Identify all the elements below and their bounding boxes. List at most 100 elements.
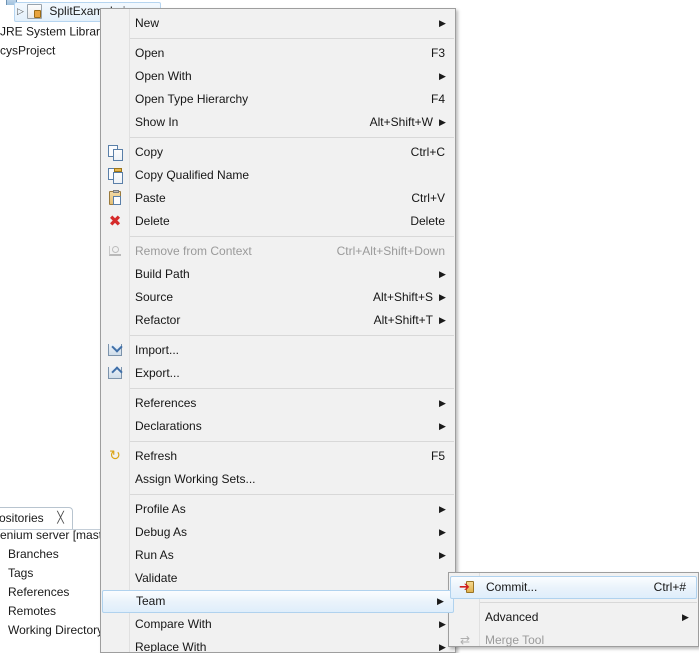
tab-git-repositories[interactable]: ositories ╳	[0, 507, 74, 530]
menu-item-delete[interactable]: ✖ Delete Delete	[101, 210, 455, 233]
git-repositories-view: ositories ╳ enium server [mast Branches …	[0, 505, 104, 648]
eclipse-workbench: ▷ SplitExample.java JRE System Library c…	[0, 0, 699, 653]
paste-icon	[107, 190, 123, 206]
menu-item-replace-with[interactable]: Replace With ▶	[101, 636, 455, 652]
submenu-arrow-icon: ▶	[439, 315, 446, 325]
menu-item-show-in[interactable]: Show In Alt+Shift+W ▶	[101, 111, 455, 134]
menu-item-commit[interactable]: ➔ Commit... Ctrl+#	[450, 576, 697, 599]
submenu-arrow-icon: ▶	[439, 398, 446, 408]
remove-from-context-icon	[107, 243, 123, 259]
menu-item-validate[interactable]: Validate	[101, 567, 455, 590]
menu-item-declarations[interactable]: Declarations ▶	[101, 415, 455, 438]
copy-icon	[107, 144, 123, 161]
tree-item-label: JRE System Library	[0, 24, 107, 39]
menu-item-label: Delete	[135, 214, 170, 228]
menu-item-label: Debug As	[135, 525, 188, 539]
menu-item-team[interactable]: Team ▶	[102, 590, 454, 613]
menu-item-profile-as[interactable]: Profile As ▶	[101, 498, 455, 521]
menu-item-paste[interactable]: Paste Ctrl+V	[101, 187, 455, 210]
submenu-arrow-icon: ▶	[682, 612, 689, 622]
menu-item-compare-with[interactable]: Compare With ▶	[101, 613, 455, 636]
menu-item-label: Advanced	[485, 610, 539, 624]
menu-item-source[interactable]: Source Alt+Shift+S ▶	[101, 286, 455, 309]
menu-separator	[130, 236, 454, 237]
menu-item-label: Paste	[135, 191, 166, 205]
menu-item-assign-working-sets[interactable]: Assign Working Sets...	[101, 468, 455, 491]
tree-item-references[interactable]: References	[8, 583, 69, 602]
tab-label: ositories	[0, 511, 44, 525]
menu-item-label: Refresh	[135, 449, 178, 463]
tree-item-jre-system-library[interactable]: JRE System Library	[0, 22, 106, 41]
tree-item-label: cysProject	[0, 43, 56, 58]
menu-item-debug-as[interactable]: Debug As ▶	[101, 521, 455, 544]
submenu-arrow-icon: ▶	[439, 421, 446, 431]
submenu-arrow-icon: ▶	[439, 550, 446, 560]
menu-item-references[interactable]: References ▶	[101, 392, 455, 415]
menu-separator	[130, 335, 454, 336]
submenu-arrow-icon: ▶	[437, 596, 444, 606]
tree-item-remotes[interactable]: Remotes	[8, 602, 56, 621]
menu-item-refactor[interactable]: Refactor Alt+Shift+T ▶	[101, 309, 455, 332]
menu-item-label: Team	[136, 594, 166, 608]
menu-item-shortcut: Ctrl+Alt+Shift+Down	[336, 244, 445, 258]
menu-item-shortcut: Ctrl+#	[653, 580, 686, 594]
menu-item-shortcut: Delete	[410, 214, 445, 228]
menu-item-label: Run As	[135, 548, 174, 562]
tree-item-cysproject[interactable]: cysProject	[0, 41, 55, 60]
menu-item-run-as[interactable]: Run As ▶	[101, 544, 455, 567]
menu-item-shortcut: Alt+Shift+T	[373, 313, 433, 327]
team-submenu: ➔ Commit... Ctrl+# Advanced ▶ ⇄ Merge Tool	[448, 572, 699, 647]
close-icon[interactable]: ╳	[55, 513, 66, 524]
submenu-arrow-icon: ▶	[439, 117, 446, 127]
submenu-arrow-icon: ▶	[439, 292, 446, 302]
menu-item-label: Commit...	[486, 580, 538, 594]
menu-item-advanced[interactable]: Advanced ▶	[449, 606, 698, 629]
tree-item-label: Working Directory	[8, 623, 104, 637]
menu-item-label: Refactor	[135, 313, 181, 327]
tree-item-label: Tags	[8, 566, 34, 580]
java-file-icon	[27, 4, 42, 20]
tree-item-branches[interactable]: Branches	[8, 545, 59, 564]
menu-item-open[interactable]: Open F3	[101, 42, 455, 65]
tree-item-working-directory[interactable]: Working Directory	[8, 621, 103, 640]
copy-qualified-name-icon	[107, 167, 123, 184]
menu-item-copy-qualified-name[interactable]: Copy Qualified Name	[101, 164, 455, 187]
menu-item-shortcut: Ctrl+C	[410, 145, 445, 159]
menu-item-shortcut: Ctrl+V	[411, 191, 445, 205]
menu-item-remove-from-context: Remove from Context Ctrl+Alt+Shift+Down	[101, 240, 455, 263]
expand-twisty-icon[interactable]: ▷	[14, 2, 27, 21]
menu-item-export[interactable]: Export...	[101, 362, 455, 385]
tree-item-label: Remotes	[8, 604, 57, 618]
menu-item-shortcut: Alt+Shift+S	[372, 290, 433, 304]
menu-item-new[interactable]: New ▶	[101, 12, 455, 35]
menu-item-build-path[interactable]: Build Path ▶	[101, 263, 455, 286]
submenu-arrow-icon: ▶	[439, 642, 446, 652]
menu-item-copy[interactable]: Copy Ctrl+C	[101, 141, 455, 164]
menu-separator	[130, 38, 454, 39]
menu-item-label: Copy Qualified Name	[135, 168, 250, 182]
menu-item-label: Import...	[135, 343, 180, 357]
menu-item-import[interactable]: Import...	[101, 339, 455, 362]
commit-icon: ➔	[459, 579, 475, 595]
tree-item-repository[interactable]: enium server [mast	[0, 530, 102, 545]
submenu-arrow-icon: ▶	[439, 71, 446, 81]
menu-separator	[480, 602, 697, 603]
context-menu: New ▶ Open F3 Open With ▶ Open Type Hierarchy F…	[100, 8, 456, 653]
menu-item-label: Open With	[135, 69, 192, 83]
submenu-arrow-icon: ▶	[439, 269, 446, 279]
menu-item-label: Profile As	[135, 502, 186, 516]
menu-item-label: Build Path	[135, 267, 190, 281]
menu-item-refresh[interactable]: ↻ Refresh F5	[101, 445, 455, 468]
menu-item-open-with[interactable]: Open With ▶	[101, 65, 455, 88]
menu-item-label: Assign Working Sets...	[135, 472, 256, 486]
view-tab-bar: ositories ╳	[0, 505, 104, 530]
export-icon	[107, 365, 123, 381]
import-icon	[107, 342, 123, 358]
menu-item-label: References	[135, 396, 197, 410]
delete-icon: ✖	[108, 212, 122, 230]
menu-item-label: Compare With	[135, 617, 212, 631]
menu-separator	[130, 494, 454, 495]
menu-item-label: Remove from Context	[135, 244, 252, 258]
menu-item-open-type-hierarchy[interactable]: Open Type Hierarchy F4	[101, 88, 455, 111]
tree-item-tags[interactable]: Tags	[8, 564, 33, 583]
